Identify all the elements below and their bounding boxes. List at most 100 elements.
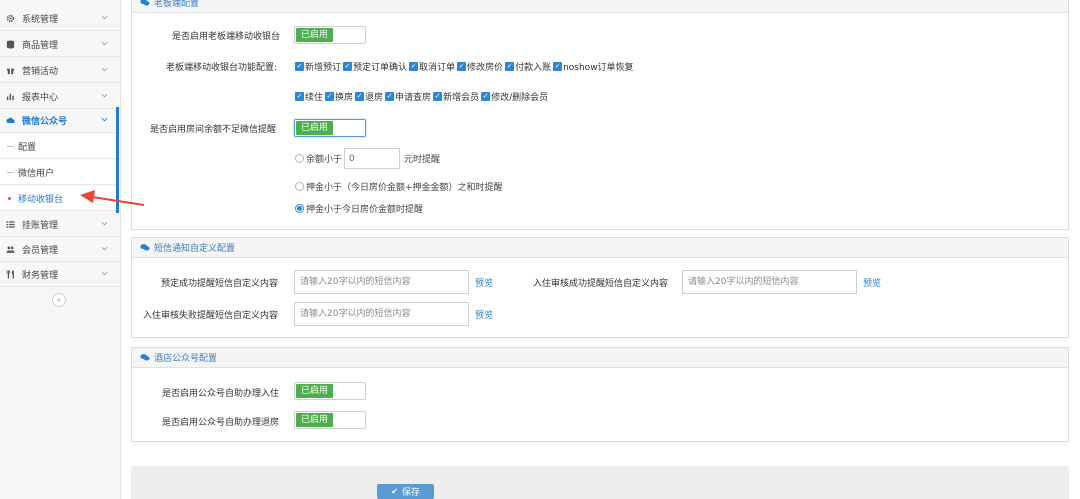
feature-checkbox-edit-member[interactable]: ✓ 修改/删除会员 bbox=[481, 90, 548, 103]
sidebar-item-label: 挂账管理 bbox=[22, 220, 59, 231]
checkmark-icon: ✓ bbox=[325, 92, 335, 101]
sidebar-collapse-button[interactable]: « bbox=[52, 293, 66, 307]
checkmark-icon: ✓ bbox=[385, 92, 395, 101]
feature-checkbox-extend-stay[interactable]: ✓ 续住 bbox=[295, 90, 323, 103]
chevron-down-icon bbox=[101, 15, 108, 20]
panel-header: 老板端配置 bbox=[132, 0, 1068, 13]
booking-sms-input[interactable] bbox=[294, 270, 469, 294]
gift-icon bbox=[6, 66, 15, 75]
sidebar-item-wechat[interactable]: 微信公众号 bbox=[0, 108, 120, 133]
cutlery-icon bbox=[6, 269, 15, 279]
feature-checkbox-confirm-booking[interactable]: ✓ 预定订单确认 bbox=[343, 60, 407, 73]
self-checkout-toggle[interactable]: 已启用 bbox=[294, 411, 366, 429]
enable-boss-cashier-toggle[interactable]: 已启用 bbox=[294, 26, 366, 44]
checkmark-icon: ✓ bbox=[409, 62, 419, 71]
chevron-down-icon bbox=[101, 221, 108, 226]
panel-title: 酒店公众号配置 bbox=[154, 354, 218, 364]
balance-threshold-input[interactable] bbox=[344, 148, 401, 169]
sidebar-item-members[interactable]: 会员管理 bbox=[0, 237, 120, 262]
sidebar: 系统管理 商品管理 营销活动 报表中心 微信公众号 配置 微信用户 移动收银台 … bbox=[0, 0, 121, 499]
radio-deposit-less: 押金小于今日房价金额时提醒 bbox=[295, 202, 423, 215]
gear-icon bbox=[6, 14, 15, 23]
double-chevron-left-icon: « bbox=[56, 296, 62, 304]
self-checkin-toggle[interactable]: 已启用 bbox=[294, 382, 366, 400]
panel-header: 短信通知自定义配置 bbox=[132, 238, 1068, 258]
feature-checkbox-payment[interactable]: ✓ 付款入账 bbox=[505, 60, 551, 73]
chevron-down-icon bbox=[101, 67, 108, 72]
booking-sms-label: 预定成功提醒短信自定义内容 bbox=[161, 279, 279, 289]
radio-button[interactable] bbox=[295, 154, 304, 163]
panel-header: 酒店公众号配置 bbox=[132, 348, 1068, 368]
list-icon bbox=[6, 220, 15, 229]
checkin-fail-sms-label: 入住审核失败提醒短信自定义内容 bbox=[143, 311, 279, 321]
save-button-label: 保存 bbox=[401, 488, 420, 498]
footer-bar bbox=[131, 466, 1069, 499]
feature-checkbox-noshow-restore[interactable]: ✓ noshow订单恢复 bbox=[553, 60, 634, 73]
booking-sms-preview-link[interactable]: 预览 bbox=[475, 276, 493, 289]
sidebar-subitem-label: 移动收银台 bbox=[18, 194, 64, 205]
radio-button-selected[interactable] bbox=[295, 204, 304, 213]
toggle-state: 已启用 bbox=[296, 121, 334, 135]
checkmark-icon: ✓ bbox=[505, 62, 515, 71]
sidebar-subitem-label: 微信用户 bbox=[18, 168, 55, 179]
checkin-fail-sms-preview-link[interactable]: 预览 bbox=[475, 308, 493, 321]
boss-features-row-2: ✓ 续住 ✓ 换房 ✓ 退房 ✓ 申请查房 ✓ 新增会员 ✓ 修改/删除会员 bbox=[295, 90, 550, 103]
sidebar-item-label: 报表中心 bbox=[22, 92, 59, 103]
comments-icon bbox=[140, 0, 150, 8]
feature-checkbox-new-booking[interactable]: ✓ 新增预订 bbox=[295, 60, 341, 73]
checkin-ok-sms-label: 入住审核成功提醒短信自定义内容 bbox=[533, 279, 669, 289]
boss-features-row-1: ✓ 新增预订 ✓ 预定订单确认 ✓ 取消订单 ✓ 修改房价 ✓ 付款入账 ✓ noshow订… bbox=[295, 60, 636, 73]
active-section-indicator bbox=[116, 107, 119, 213]
checkmark-icon: ✓ bbox=[295, 62, 304, 71]
toggle-state: 已启用 bbox=[296, 28, 334, 42]
chevron-down-icon bbox=[101, 41, 108, 46]
checkin-ok-sms-input[interactable] bbox=[682, 270, 857, 294]
feature-checkbox-new-member[interactable]: ✓ 新增会员 bbox=[433, 90, 479, 103]
sidebar-subitem-config[interactable]: 配置 bbox=[0, 134, 120, 159]
feature-checkbox-edit-price[interactable]: ✓ 修改房价 bbox=[457, 60, 503, 73]
sidebar-subitem-mobile-cashier[interactable]: 移动收银台 bbox=[0, 186, 120, 211]
checkmark-icon: ✓ bbox=[343, 62, 353, 71]
sidebar-item-products[interactable]: 商品管理 bbox=[0, 32, 120, 57]
panel-title: 短信通知自定义配置 bbox=[154, 244, 236, 254]
users-icon bbox=[6, 245, 15, 254]
checkmark-icon: ✓ bbox=[481, 92, 491, 101]
feature-checkbox-change-room[interactable]: ✓ 换房 bbox=[325, 90, 353, 103]
cloud-icon bbox=[6, 116, 15, 125]
feature-checkbox-checkout[interactable]: ✓ 退房 bbox=[355, 90, 383, 103]
feature-checkbox-cancel-order[interactable]: ✓ 取消订单 bbox=[409, 60, 455, 73]
toggle-state: 已启用 bbox=[296, 413, 334, 427]
sidebar-item-system[interactable]: 系统管理 bbox=[0, 6, 120, 31]
checkmark-icon: ✓ bbox=[295, 92, 304, 101]
sidebar-subitem-label: 配置 bbox=[18, 142, 37, 153]
sidebar-item-label: 微信公众号 bbox=[22, 116, 68, 127]
sidebar-item-marketing[interactable]: 营销活动 bbox=[0, 58, 120, 83]
balance-reminder-toggle[interactable]: 已启用 bbox=[294, 119, 366, 137]
checkmark-icon: ✓ bbox=[457, 62, 467, 71]
sidebar-item-reports[interactable]: 报表中心 bbox=[0, 84, 120, 109]
check-icon: ✔ bbox=[391, 487, 398, 496]
checkin-fail-sms-input[interactable] bbox=[294, 302, 469, 326]
sidebar-subitem-wechat-users[interactable]: 微信用户 bbox=[0, 160, 120, 185]
feature-checkbox-room-inspection[interactable]: ✓ 申请查房 bbox=[385, 90, 431, 103]
sidebar-item-label: 财务管理 bbox=[22, 270, 59, 281]
sidebar-item-credit[interactable]: 挂账管理 bbox=[0, 212, 120, 237]
save-button[interactable]: ✔ 保存 bbox=[377, 484, 434, 499]
radio-button[interactable] bbox=[295, 182, 304, 191]
panel-title: 老板端配置 bbox=[154, 0, 200, 9]
chevron-down-icon bbox=[101, 117, 108, 122]
bar-chart-icon bbox=[6, 92, 15, 101]
checkmark-icon: ✓ bbox=[355, 92, 365, 101]
boss-features-label: 老板端移动收银台功能配置: bbox=[166, 63, 278, 73]
sidebar-item-label: 商品管理 bbox=[22, 40, 59, 51]
sidebar-item-finance[interactable]: 财务管理 bbox=[0, 262, 120, 287]
self-checkout-label: 是否启用公众号自助办理退房 bbox=[162, 418, 280, 428]
chevron-down-icon bbox=[101, 271, 108, 276]
database-icon bbox=[6, 39, 15, 49]
checkmark-icon: ✓ bbox=[553, 62, 563, 71]
comments-icon bbox=[140, 243, 150, 253]
checkin-ok-sms-preview-link[interactable]: 预览 bbox=[863, 276, 881, 289]
radio-balance-threshold: 余额小于 元时提醒 bbox=[295, 148, 440, 169]
chevron-down-icon bbox=[101, 93, 108, 98]
sidebar-item-label: 会员管理 bbox=[22, 245, 59, 256]
